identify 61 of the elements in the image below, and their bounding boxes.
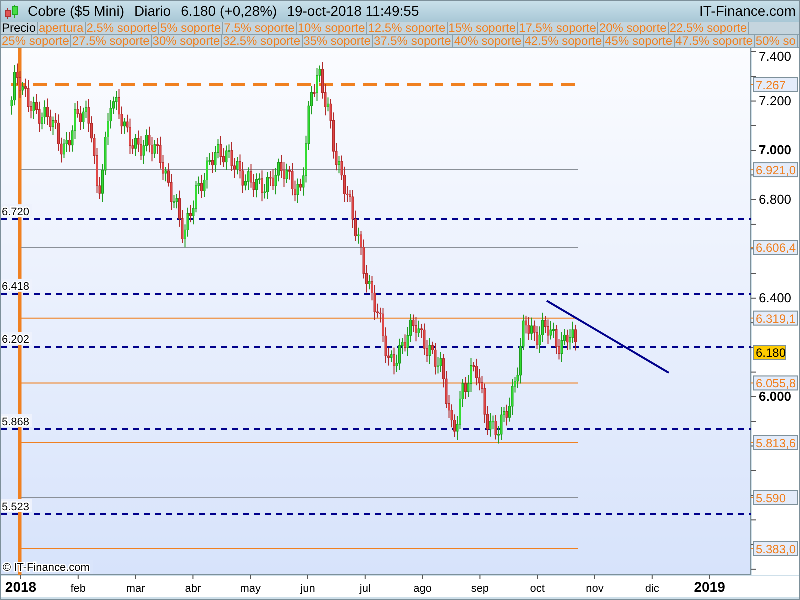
time-axis-label: 2018 — [5, 579, 37, 595]
price-level-tag: 6.606,4 — [754, 240, 798, 256]
price-axis-label: 7.400 — [759, 49, 792, 64]
price-axis-label: 6.400 — [759, 290, 792, 306]
legend-item[interactable]: Precio — [1, 22, 38, 34]
support-level-label: 5.868 — [2, 416, 30, 428]
legend-item[interactable]: apertura — [38, 22, 86, 34]
legend-item[interactable]: 7.5% soporte — [223, 22, 297, 34]
timestamp: 19-oct-2018 11:49:55 — [287, 2, 420, 21]
legend-item[interactable]: 20% soporte — [598, 22, 669, 34]
legend-item[interactable]: 40% soporte — [453, 35, 524, 47]
legend-item[interactable]: 37.5% soporte — [372, 35, 454, 47]
support-level-label: 5.523 — [2, 502, 30, 514]
support-level-label: 6.202 — [2, 334, 30, 346]
price-level-tag: 6.921,0 — [754, 162, 798, 178]
time-axis-label: dic — [645, 583, 660, 595]
legend-item[interactable]: 35% soporte — [302, 35, 373, 47]
price-level-tag: 6.319,1 — [754, 310, 798, 326]
legend-item[interactable]: 5% soporte — [159, 22, 224, 34]
time-axis-label: mar — [126, 583, 146, 595]
price-level-tag: 6.055,8 — [754, 376, 798, 391]
time-axis-label: abr — [185, 583, 202, 595]
legend-item[interactable]: 42.5% soporte — [524, 35, 604, 47]
legend-item[interactable]: 30% soporte — [152, 35, 222, 47]
time-axis-label: jun — [300, 583, 316, 595]
time-axis-label: sep — [471, 583, 490, 595]
legend-item[interactable]: 45% soporte — [604, 35, 675, 47]
legend-item[interactable]: 12.5% soporte — [367, 22, 448, 34]
time-axis-label: jul — [360, 583, 371, 595]
candlestick-icon — [4, 4, 18, 20]
legend-item[interactable]: 22.5% soporte — [668, 22, 750, 34]
price-level-tag: 7.267 — [754, 77, 798, 92]
price-axis-label: 7.200 — [759, 93, 792, 108]
legend-item[interactable]: 17.5% soporte — [518, 22, 598, 34]
period-label: Diario — [134, 2, 172, 21]
legend-item[interactable]: 2.5% soporte — [86, 22, 160, 34]
instrument-name: Cobre ($5 Mini) — [28, 2, 124, 21]
price-level-tag: 5.813,6 — [754, 435, 798, 450]
price-axis-label: 6.000 — [759, 388, 792, 404]
support-level-label: 6.720 — [2, 206, 30, 219]
current-price-tag: 6.180 — [754, 345, 786, 360]
site-name: IT-Finance.com — [700, 2, 796, 21]
price-quote: 6.180 (+0,28%) — [181, 2, 278, 21]
legend-item[interactable]: 10% soporte — [296, 22, 368, 34]
price-axis-label: 6.800 — [759, 192, 792, 207]
legend-item[interactable]: 27.5% soporte — [71, 35, 152, 47]
time-axis-label: oct — [530, 583, 545, 595]
price-axis-label: 7.000 — [759, 142, 792, 158]
legend-item[interactable]: 25% soporte — [1, 35, 72, 47]
legend-item[interactable]: 47.5% soporte — [674, 35, 755, 47]
time-axis-label: may — [240, 583, 261, 595]
support-level-label: 6.418 — [2, 280, 30, 293]
time-axis-label: feb — [70, 583, 86, 595]
time-axis-label: nov — [586, 583, 604, 595]
legend-item[interactable]: 32.5% soporte — [222, 35, 303, 47]
price-level-tag: 5.590 — [754, 490, 798, 506]
legend-item[interactable]: 15% soporte — [448, 22, 518, 34]
price-level-tag: 5.383,0 — [754, 542, 798, 556]
legend-item[interactable]: 50% so — [754, 35, 798, 47]
time-axis-label: ago — [414, 583, 432, 595]
time-axis-label: 2019 — [694, 579, 726, 595]
